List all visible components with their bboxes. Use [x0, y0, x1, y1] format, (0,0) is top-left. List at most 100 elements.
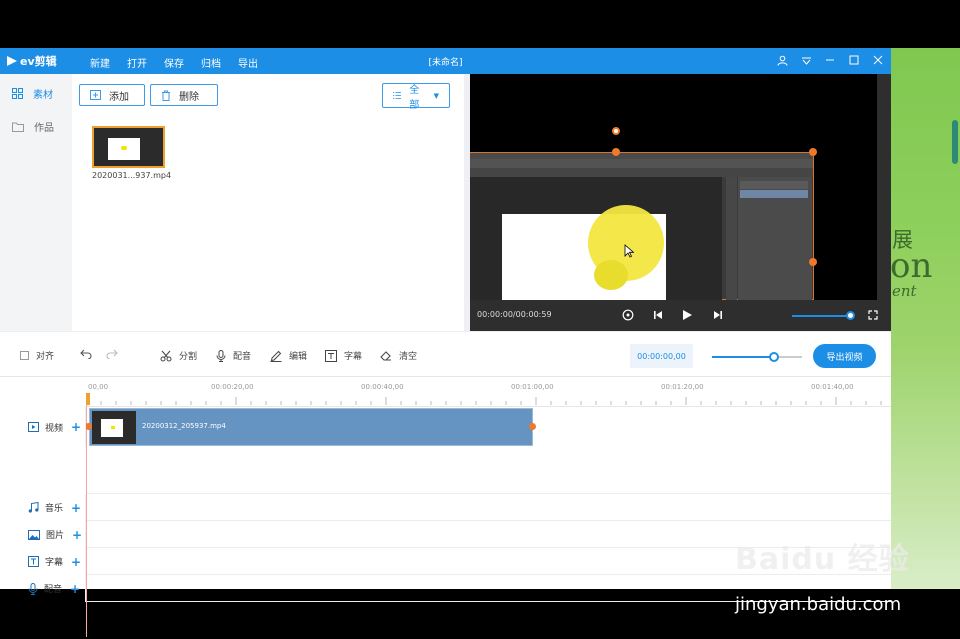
watermark-logo: Baidu 经验 — [735, 542, 910, 577]
desktop-background: 展 on ent — [890, 48, 960, 589]
side-nav: 素材 作品 — [0, 74, 72, 331]
rotate-handle[interactable] — [612, 127, 620, 135]
user-icon[interactable] — [775, 52, 789, 68]
nav-item-works[interactable]: 作品 — [12, 119, 54, 134]
scissors-icon — [160, 350, 172, 361]
close-icon[interactable] — [871, 52, 885, 68]
media-thumbnail[interactable] — [92, 126, 165, 168]
clip-thumbnail-spot — [111, 426, 115, 429]
track-label: 配音 — [44, 585, 63, 595]
fullscreen-button[interactable] — [866, 308, 880, 322]
microphone-icon — [216, 349, 226, 362]
track-label: 音乐 — [45, 504, 64, 514]
preview-panel: 00:00:00/00:00:59 — [470, 74, 891, 331]
zoom-fill — [712, 356, 774, 358]
play-button[interactable] — [680, 308, 694, 322]
media-library: 添加 删除 全部 ▼ 2020031...937.mp4 — [72, 74, 464, 331]
minimize-icon[interactable] — [823, 52, 837, 68]
split-label: 分割 — [179, 352, 198, 362]
skip-back-icon — [654, 311, 662, 319]
chevron-down-icon: ▼ — [433, 91, 439, 100]
export-video-button[interactable]: 导出视频 — [813, 344, 876, 368]
clear-label: 清空 — [399, 352, 418, 362]
split-button[interactable]: 分割 — [160, 349, 197, 362]
eraser-icon — [380, 351, 391, 361]
clip-end-handle[interactable] — [529, 423, 536, 430]
baidu-watermark: Baidu 经验 jingyan.baidu.com — [735, 534, 910, 615]
edit-button[interactable]: 编辑 — [270, 349, 307, 362]
resize-handle[interactable] — [809, 148, 817, 156]
window-controls — [775, 52, 885, 68]
image-icon — [28, 529, 40, 540]
thumbnail-spot — [121, 146, 127, 150]
text-icon — [28, 556, 39, 567]
delete-button[interactable]: 删除 — [150, 84, 218, 106]
add-track-item-button[interactable]: + — [71, 420, 81, 434]
folder-icon — [12, 122, 24, 132]
loop-icon — [622, 309, 634, 321]
filter-dropdown[interactable]: 全部 ▼ — [382, 83, 450, 111]
frame-tabs — [470, 168, 813, 177]
add-track-item-button[interactable]: + — [72, 528, 82, 542]
clip-name: 20200312_205937.mp4 — [142, 422, 226, 430]
add-button[interactable]: 添加 — [79, 84, 145, 106]
mic-icon — [28, 582, 38, 595]
trash-icon — [162, 90, 170, 101]
music-icon — [28, 502, 39, 513]
clip-start-handle[interactable] — [85, 423, 92, 430]
playback-controls: 00:00:00/00:00:59 — [470, 300, 891, 331]
clear-button[interactable]: 清空 — [380, 349, 417, 362]
pencil-icon — [270, 350, 282, 362]
timeline-zoom-slider[interactable] — [712, 356, 802, 358]
resize-handle[interactable] — [612, 148, 620, 156]
desktop-scroll-handle — [952, 120, 958, 164]
background-text: on — [890, 246, 933, 286]
music-track-row[interactable] — [86, 494, 891, 521]
playhead-marker[interactable] — [86, 393, 90, 405]
next-button[interactable] — [711, 308, 725, 322]
ruler-label: 00,00 — [88, 383, 109, 391]
previous-button[interactable] — [651, 308, 665, 322]
zoom-knob[interactable] — [769, 352, 779, 362]
undo-button[interactable] — [80, 349, 92, 359]
dropdown-menu-icon[interactable] — [799, 52, 813, 68]
timeline-ruler[interactable]: 00,00 00:00:20,00 00:00:40,00 00:01:00,0… — [86, 377, 891, 407]
add-track-item-button[interactable]: + — [70, 582, 80, 596]
subtitle-label: 字幕 — [344, 352, 363, 362]
delete-label: 删除 — [179, 91, 199, 103]
frame-layer-row — [740, 181, 808, 189]
ruler-label: 00:00:40,00 — [361, 383, 404, 391]
screen: 展 on ent ev剪辑 新建 打开 保存 归档 导出 [未命名] 素材 作品… — [0, 0, 960, 639]
clip-thumbnail — [92, 411, 136, 444]
track-dub: 配音 + — [0, 575, 86, 602]
volume-knob[interactable] — [846, 311, 855, 320]
add-track-item-button[interactable]: + — [71, 555, 81, 569]
list-icon — [393, 92, 402, 99]
nav-item-materials[interactable]: 素材 — [12, 86, 53, 101]
dub-button[interactable]: 配音 — [216, 349, 251, 362]
add-track-item-button[interactable]: + — [71, 501, 81, 515]
background-text: ent — [892, 282, 917, 300]
frame-layer-row — [740, 190, 808, 198]
track-label: 字幕 — [45, 558, 64, 568]
track-image: 图片 + — [0, 521, 86, 548]
subtitle-button[interactable]: 字幕 — [325, 349, 362, 362]
filter-label: 全部 — [409, 84, 420, 111]
video-icon — [28, 422, 39, 432]
loop-button[interactable] — [621, 308, 635, 322]
redo-button[interactable] — [106, 349, 118, 359]
document-title: [未命名] — [428, 58, 463, 68]
align-toggle[interactable]: 对齐 — [20, 349, 54, 362]
dub-label: 配音 — [233, 352, 252, 362]
track-music: 音乐 + — [0, 494, 86, 521]
fullscreen-icon — [868, 310, 878, 320]
maximize-icon[interactable] — [847, 52, 861, 68]
resize-handle[interactable] — [809, 258, 817, 266]
highlight-spot — [594, 260, 628, 290]
volume-slider[interactable] — [792, 315, 850, 317]
nav-label: 素材 — [33, 90, 53, 101]
video-clip[interactable]: 20200312_205937.mp4 — [89, 408, 533, 446]
align-checkbox[interactable] — [20, 351, 29, 360]
align-label: 对齐 — [36, 352, 55, 362]
title-bar: ev剪辑 新建 打开 保存 归档 导出 [未命名] — [0, 48, 891, 74]
